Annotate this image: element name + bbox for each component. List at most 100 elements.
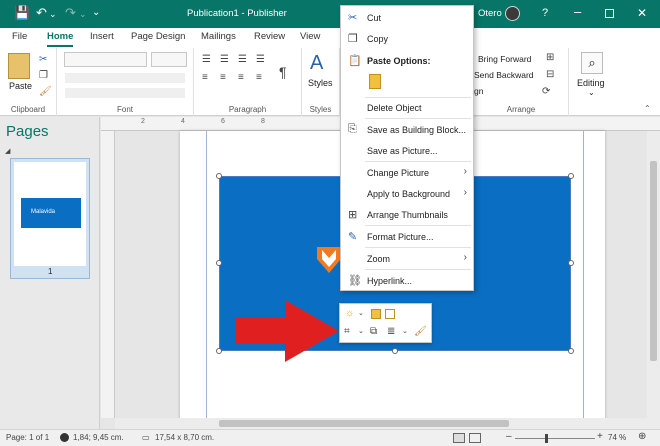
tab-review[interactable]: Review (254, 31, 285, 42)
zoom-slider[interactable] (515, 438, 595, 439)
paste-icon[interactable] (8, 53, 30, 79)
brightness-icon[interactable]: ☼ (345, 308, 354, 320)
font-size-box[interactable] (151, 52, 187, 67)
redo-dropdown-icon[interactable]: ⌄ (79, 9, 87, 20)
menu-item-zoom[interactable]: Zoom › (341, 249, 473, 269)
page-number: 1 (48, 267, 53, 276)
ribbon: Paste ✂ ❐ 🖌 Clipboard Font ☰ ☰ ☰ ☰ ≡ ≡ ≡… (0, 48, 660, 116)
paste-button[interactable]: Paste (9, 81, 32, 91)
menu-item-apply-to-background[interactable]: Apply to Background › (341, 184, 473, 204)
margin-guide (206, 131, 207, 418)
group-icon[interactable]: ⊞ (546, 52, 554, 64)
copy-icon[interactable]: ❐ (39, 70, 48, 82)
tab-file[interactable]: File (12, 31, 27, 42)
send-backward-button[interactable]: Send Backward (474, 70, 534, 80)
resize-handle[interactable] (216, 260, 222, 266)
vertical-scrollbar[interactable] (647, 131, 660, 418)
pilcrow-icon[interactable]: ¶ (279, 65, 287, 79)
pages-pane: Pages ◢ Malavida 1 (0, 117, 100, 429)
font-name-box[interactable] (64, 52, 147, 67)
crop-icon[interactable]: ⌗ (344, 326, 350, 338)
bullets-icon[interactable]: ☰ (202, 54, 211, 66)
tab-mailings[interactable]: Mailings (201, 31, 236, 42)
resize-handle[interactable] (392, 348, 398, 354)
crop-dropdown-icon[interactable]: ⌄ (358, 326, 364, 338)
format-picture-icon: ✎ (348, 231, 358, 243)
menu-item-save-as-picture[interactable]: Save as Picture... (341, 141, 473, 161)
font-color-buttons[interactable] (65, 88, 185, 98)
brightness-dropdown-icon[interactable]: ⌄ (358, 308, 364, 320)
align-button[interactable]: gn (474, 86, 488, 96)
save-icon[interactable]: 💾 (14, 5, 30, 21)
editing-dropdown-icon[interactable]: ⌄ (588, 88, 595, 97)
tab-view[interactable]: View (300, 31, 320, 42)
customize-toolbar-icon[interactable]: ⌄ (92, 7, 100, 18)
menu-item-format-picture[interactable]: ✎ Format Picture... (341, 227, 473, 247)
send-backward-icon[interactable] (385, 309, 395, 319)
align-left-icon[interactable]: ≡ (202, 72, 208, 84)
page-status[interactable]: Page: 1 of 1 (6, 433, 49, 442)
arrange-label: Arrange (506, 105, 536, 114)
undo-icon[interactable]: ↶ (36, 5, 47, 21)
menu-item-arrange-thumbnails[interactable]: ⊞ Arrange Thumbnails (341, 205, 473, 225)
resize-handle[interactable] (568, 260, 574, 266)
menu-item-cut[interactable]: ✂ Cut (341, 8, 473, 28)
close-icon[interactable]: ✕ (637, 6, 647, 20)
zoom-out-icon[interactable]: – (506, 431, 512, 442)
horizontal-scroll-thumb[interactable] (219, 420, 509, 427)
bring-forward-button[interactable]: Bring Forward (478, 54, 531, 64)
menu-item-copy[interactable]: ❐ Copy (341, 29, 473, 49)
tab-insert[interactable]: Insert (90, 31, 114, 42)
collapse-ribbon-icon[interactable]: ⌃ (644, 103, 651, 115)
vertical-ruler[interactable] (101, 131, 115, 418)
find-icon[interactable]: ⌕ (581, 52, 603, 74)
numbering-icon[interactable]: ☰ (220, 54, 229, 66)
menu-item-delete-object[interactable]: Delete Object (341, 98, 473, 118)
help-icon[interactable]: ? (542, 7, 548, 19)
undo-dropdown-icon[interactable]: ⌄ (49, 9, 57, 20)
wrap-text-icon[interactable]: ≣ (387, 326, 395, 338)
justify-icon[interactable]: ≡ (256, 72, 262, 84)
resize-handle[interactable] (216, 348, 222, 354)
zoom-slider-thumb[interactable] (545, 434, 548, 443)
avatar[interactable] (505, 6, 520, 21)
ungroup-icon[interactable]: ⊟ (546, 69, 554, 81)
single-page-view-icon[interactable] (453, 433, 465, 443)
collapse-pane-icon[interactable]: ◢ (5, 147, 10, 155)
decrease-indent-icon[interactable]: ☰ (238, 54, 247, 66)
maximize-icon[interactable] (605, 9, 614, 18)
styles-icon[interactable]: A (310, 52, 323, 74)
rotate-icon[interactable]: ⟳ (542, 86, 550, 98)
align-center-icon[interactable]: ≡ (220, 72, 226, 84)
tab-page-design[interactable]: Page Design (131, 31, 185, 42)
paste-option-icon[interactable] (369, 74, 381, 89)
format-painter-icon[interactable]: 🖌 (39, 86, 52, 98)
menu-item-save-building-block[interactable]: ⎘ Save as Building Block... (341, 120, 473, 140)
building-block-icon: ⎘ (348, 123, 357, 135)
align-right-icon[interactable]: ≡ (238, 72, 244, 84)
resize-handle[interactable] (216, 173, 222, 179)
menu-item-hyperlink[interactable]: ⛓ Hyperlink... (341, 271, 473, 291)
vertical-scroll-thumb[interactable] (650, 161, 657, 361)
resize-handle[interactable] (568, 348, 574, 354)
tab-home[interactable]: Home (47, 31, 74, 47)
redo-icon[interactable]: ↷ (65, 5, 76, 21)
styles-button[interactable]: Styles (308, 78, 333, 88)
zoom-level[interactable]: 74 % (608, 433, 626, 442)
resize-handle[interactable] (568, 173, 574, 179)
change-picture-icon[interactable]: ⧉ (370, 326, 377, 338)
two-page-view-icon[interactable] (469, 433, 481, 443)
bring-forward-icon[interactable] (371, 309, 381, 319)
wrap-dropdown-icon[interactable]: ⌄ (402, 326, 408, 338)
fit-page-icon[interactable]: ⊕ (638, 431, 646, 442)
minimize-icon[interactable]: – (574, 4, 581, 19)
horizontal-scrollbar[interactable] (115, 418, 660, 429)
font-format-buttons[interactable] (65, 73, 185, 83)
menu-item-change-picture[interactable]: Change Picture › (341, 163, 473, 183)
cut-icon[interactable]: ✂ (39, 54, 47, 66)
zoom-in-icon[interactable]: + (597, 431, 603, 442)
editing-button[interactable]: Editing (577, 78, 605, 88)
page-thumbnail[interactable]: Malavida 1 (10, 158, 90, 279)
format-painter-icon[interactable]: 🖌 (414, 326, 427, 338)
increase-indent-icon[interactable]: ☰ (256, 54, 265, 66)
